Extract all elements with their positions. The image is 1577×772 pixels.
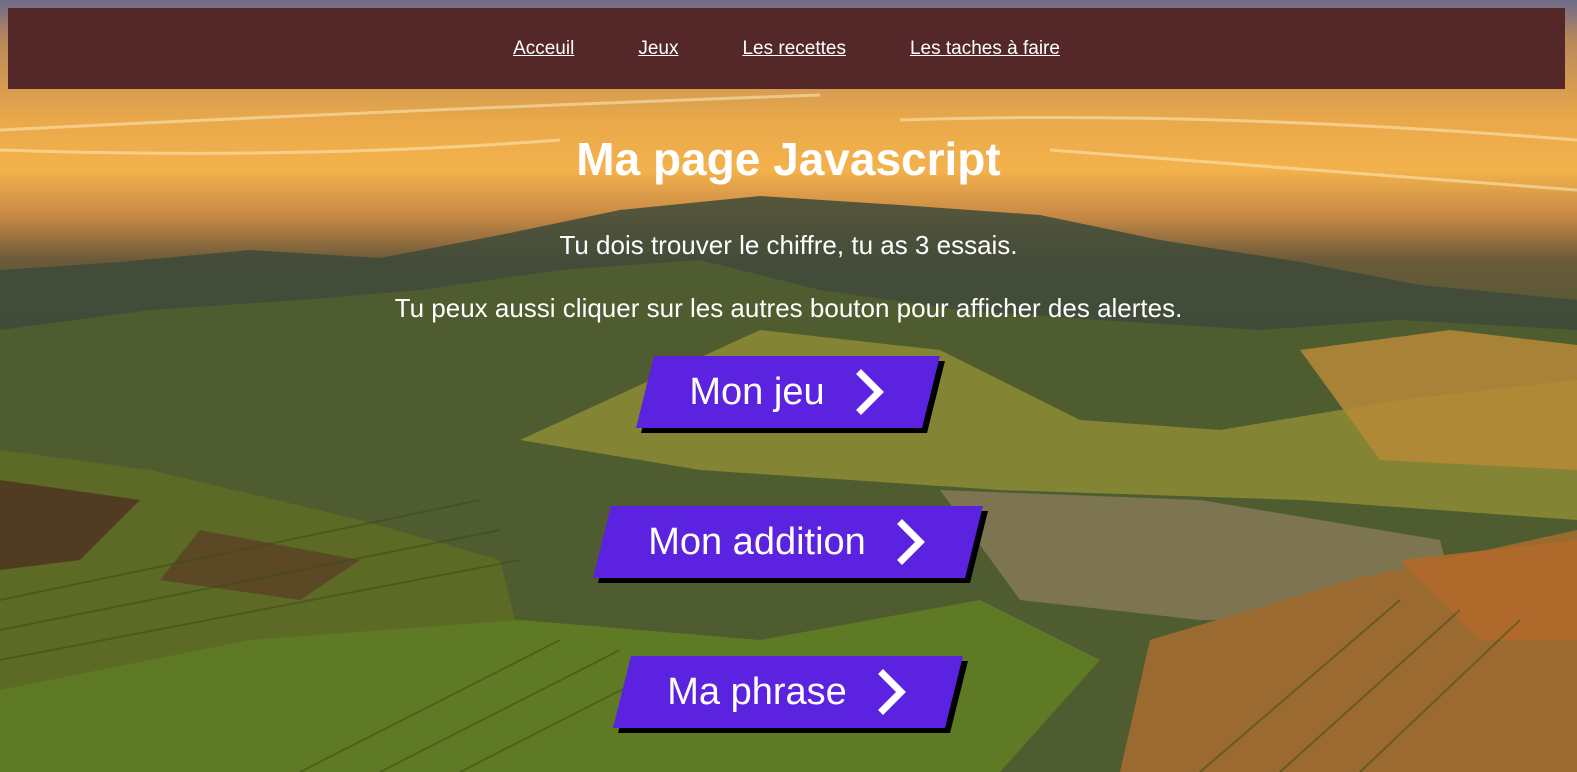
mon-jeu-button[interactable]: Mon jeu [636, 356, 945, 433]
instruction-text: Tu dois trouver le chiffre, tu as 3 essa… [559, 230, 1018, 260]
ma-phrase-button[interactable]: Ma phrase [613, 656, 968, 733]
button-label: Mon jeu [689, 370, 825, 413]
nav-link-les-taches-a-faire[interactable]: Les taches à faire [910, 38, 1060, 60]
button-content: Mon addition [602, 506, 974, 578]
mon-addition-button[interactable]: Mon addition [593, 506, 988, 583]
button-content: Mon jeu [645, 356, 931, 428]
chevron-right-icon [855, 369, 884, 415]
top-navigation-bar: Acceuil Jeux Les recettes Les taches à f… [8, 8, 1565, 89]
nav-link-les-recettes[interactable]: Les recettes [742, 38, 846, 60]
chevron-right-icon [877, 669, 906, 715]
nav-link-acceuil[interactable]: Acceuil [513, 38, 574, 60]
page: Acceuil Jeux Les recettes Les taches à f… [0, 0, 1577, 772]
nav-link-jeux[interactable]: Jeux [638, 38, 678, 60]
page-title: Ma page Javascript [576, 133, 1001, 185]
alerts-hint-text: Tu peux aussi cliquer sur les autres bou… [394, 293, 1183, 323]
button-label: Ma phrase [667, 670, 847, 713]
chevron-right-icon [896, 519, 925, 565]
button-label: Mon addition [648, 520, 866, 563]
button-content: Ma phrase [622, 656, 954, 728]
